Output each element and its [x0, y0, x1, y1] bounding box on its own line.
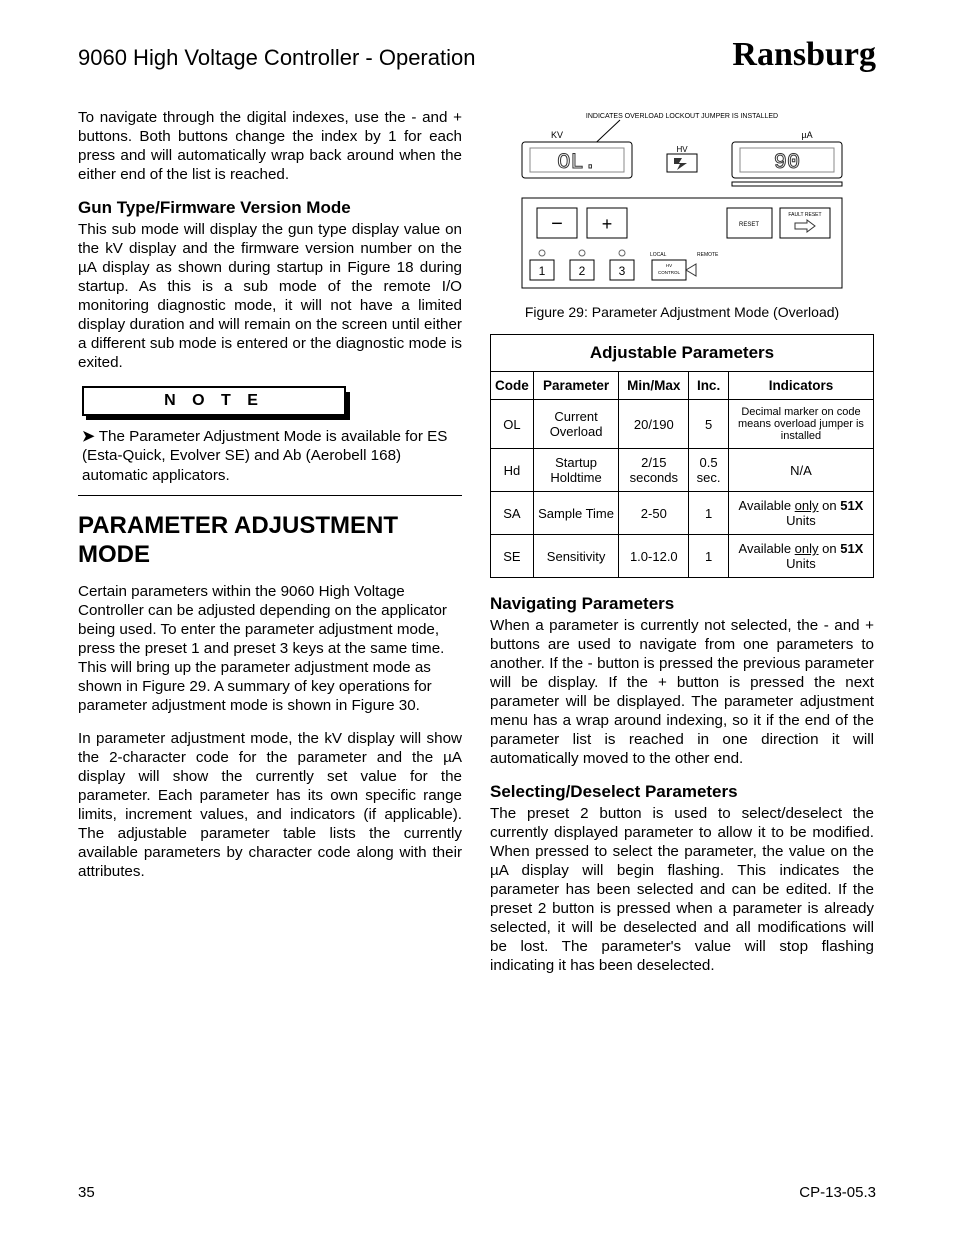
doc-number: CP-13-05.3	[799, 1184, 876, 1201]
gun-type-heading: Gun Type/Firmware Version Mode	[78, 198, 462, 218]
hv-control-label-2: CONTROL	[658, 270, 680, 275]
col-minmax: Min/Max	[619, 372, 689, 400]
selecting-heading: Selecting/Deselect Parameters	[490, 782, 874, 802]
preset-2-button: 2	[579, 264, 586, 278]
preset-1-button: 1	[539, 264, 546, 278]
plus-button: +	[602, 214, 613, 234]
kv-label: KV	[551, 130, 563, 140]
cell-inc: 1	[689, 535, 729, 578]
note-body-text: The Parameter Adjustment Mode is availab…	[82, 428, 447, 484]
cell-code: OL	[491, 400, 534, 449]
cell-param: Current Overload	[533, 400, 619, 449]
cell-inc: 5	[689, 400, 729, 449]
cell-ind: Available only on 51X Units	[728, 535, 873, 578]
local-label: LOCAL	[650, 252, 667, 258]
remote-label: REMOTE	[697, 252, 719, 258]
kv-display: OL.	[557, 150, 597, 175]
cell-minmax: 2-50	[619, 492, 689, 535]
table-header-row: Code Parameter Min/Max Inc. Indicators	[491, 372, 874, 400]
col-inc: Inc.	[689, 372, 729, 400]
cell-ind: Decimal marker on code means overload ju…	[728, 400, 873, 449]
hv-control-label-1: HV	[666, 263, 672, 268]
page-footer: 35 CP-13-05.3	[78, 1184, 876, 1201]
param-text-2: In parameter adjustment mode, the kV dis…	[78, 729, 462, 881]
controller-illustration: INDICATES OVERLOAD LOCKOUT JUMPER IS INS…	[502, 108, 862, 298]
navigating-heading: Navigating Parameters	[490, 594, 874, 614]
figure-29-caption: Figure 29: Parameter Adjustment Mode (Ov…	[490, 304, 874, 320]
intro-text: To navigate through the digital indexes,…	[78, 108, 462, 184]
col-parameter: Parameter	[533, 372, 619, 400]
cell-inc: 1	[689, 492, 729, 535]
param-text-1: Certain parameters within the 9060 High …	[78, 582, 462, 715]
col-indicators: Indicators	[728, 372, 873, 400]
table-row: SE Sensitivity 1.0-12.0 1 Available only…	[491, 535, 874, 578]
running-title: 9060 High Voltage Controller - Operation	[78, 45, 475, 71]
selecting-text: The preset 2 button is used to select/de…	[490, 804, 874, 975]
table-row: Hd Startup Holdtime 2/15 seconds 0.5 sec…	[491, 449, 874, 492]
cell-minmax: 1.0-12.0	[619, 535, 689, 578]
note-arrow-icon: ➤	[82, 428, 95, 445]
note-title: N O T E	[82, 386, 346, 416]
cell-minmax: 2/15 seconds	[619, 449, 689, 492]
cell-ind: N/A	[728, 449, 873, 492]
cell-code: Hd	[491, 449, 534, 492]
preset-3-button: 3	[619, 264, 626, 278]
figure-29: INDICATES OVERLOAD LOCKOUT JUMPER IS INS…	[502, 108, 862, 298]
table-row: OL Current Overload 20/190 5 Decimal mar…	[491, 400, 874, 449]
page-header: 9060 High Voltage Controller - Operation…	[78, 36, 876, 74]
left-column: To navigate through the digital indexes,…	[78, 108, 462, 989]
cell-code: SA	[491, 492, 534, 535]
cell-inc: 0.5 sec.	[689, 449, 729, 492]
cell-param: Sensitivity	[533, 535, 619, 578]
gun-type-text: This sub mode will display the gun type …	[78, 220, 462, 372]
right-column: INDICATES OVERLOAD LOCKOUT JUMPER IS INS…	[490, 108, 874, 989]
cell-minmax: 20/190	[619, 400, 689, 449]
overload-label: INDICATES OVERLOAD LOCKOUT JUMPER IS INS…	[586, 113, 778, 120]
page-number: 35	[78, 1184, 95, 1201]
ua-display: 90	[774, 150, 800, 175]
cell-param: Startup Holdtime	[533, 449, 619, 492]
ua-label: µA	[801, 130, 812, 140]
parameter-adjustment-heading: PARAMETER ADJUSTMENT MODE	[78, 512, 462, 570]
fault-reset-button: FAULT RESET	[788, 212, 821, 218]
hv-label: HV	[676, 145, 688, 154]
cell-code: SE	[491, 535, 534, 578]
reset-button: RESET	[739, 222, 759, 228]
note-box: N O T E ➤The Parameter Adjustment Mode i…	[78, 386, 462, 496]
col-code: Code	[491, 372, 534, 400]
brand-logo: Ransburg	[732, 36, 876, 74]
cell-ind: Available only on 51X Units	[728, 492, 873, 535]
adjustable-parameters-table: Adjustable Parameters Code Parameter Min…	[490, 334, 874, 578]
table-row: SA Sample Time 2-50 1 Available only on …	[491, 492, 874, 535]
cell-param: Sample Time	[533, 492, 619, 535]
table-title: Adjustable Parameters	[490, 334, 874, 371]
navigating-text: When a parameter is currently not select…	[490, 616, 874, 768]
note-body: ➤The Parameter Adjustment Mode is availa…	[78, 416, 462, 496]
minus-button: −	[551, 213, 563, 235]
